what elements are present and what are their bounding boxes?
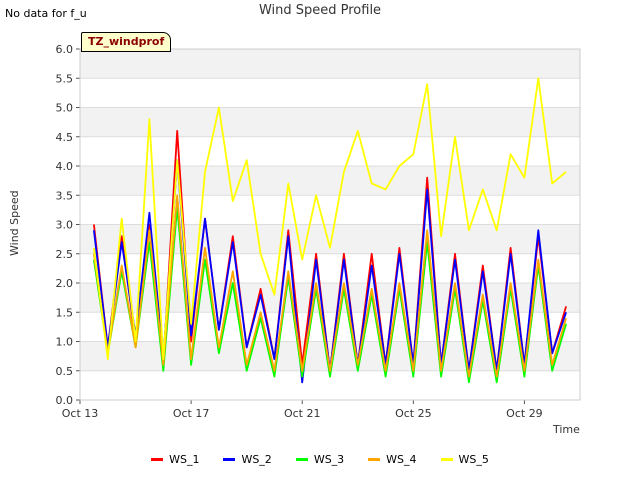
x-axis-label: Time xyxy=(553,423,580,436)
y-tick-label: 2.5 xyxy=(56,248,74,261)
legend-item-ws-3: WS_3 xyxy=(295,453,345,466)
y-tick-label: 5.5 xyxy=(56,72,74,85)
y-tick-label: 3.0 xyxy=(56,219,74,232)
chart-figure: No data for f_u Wind Speed Profile 0.0 0.… xyxy=(0,0,640,480)
y-tick-label: 6.0 xyxy=(56,43,74,56)
y-tick-label: 1.5 xyxy=(56,306,74,319)
legend-label: WS_1 xyxy=(169,453,200,466)
legend-item-ws-2: WS_2 xyxy=(223,453,272,466)
x-tick-label: Oct 13 xyxy=(62,407,99,420)
legend-label: WS_5 xyxy=(458,453,489,466)
grid-band xyxy=(80,107,580,137)
legend-swatch xyxy=(151,458,164,461)
y-tick-label: 1.0 xyxy=(56,336,74,349)
grid-band xyxy=(80,49,580,79)
legend-swatch xyxy=(368,458,381,461)
y-tick-label: 0.0 xyxy=(56,394,74,407)
y-axis-label: Wind Speed xyxy=(8,190,21,256)
y-tick-label: 0.5 xyxy=(56,365,74,378)
x-tick-label: Oct 25 xyxy=(395,407,432,420)
legend-swatch xyxy=(440,458,453,461)
plot-area: 0.0 0.5 1.0 1.5 2.0 2.5 3.0 3.5 4.0 4.5 5.0 5.5 6.0 O… xyxy=(56,43,581,420)
legend: WS_1 WS_2 WS_3 WS_4 WS_5 xyxy=(0,453,640,466)
legend-item-ws-4: WS_4 xyxy=(368,453,417,466)
legend-item-ws-5: WS_5 xyxy=(440,453,489,466)
legend-label: WS_3 xyxy=(313,453,345,466)
legend-label: WS_4 xyxy=(386,453,417,466)
y-tick-label: 5.0 xyxy=(56,102,74,115)
x-tick-label: Oct 21 xyxy=(284,407,321,420)
x-tick-label: Oct 29 xyxy=(506,407,543,420)
site-badge: TZ_windprof xyxy=(81,32,172,52)
y-tick-label: 4.0 xyxy=(56,160,74,173)
legend-swatch xyxy=(295,458,308,461)
y-tick-label: 2.0 xyxy=(56,277,74,290)
y-tick-label: 4.5 xyxy=(56,131,74,144)
y-tick-label: 3.5 xyxy=(56,189,74,202)
legend-item-ws-1: WS_1 xyxy=(151,453,199,466)
legend-swatch xyxy=(223,458,236,461)
x-tick-label: Oct 17 xyxy=(173,407,210,420)
legend-label: WS_2 xyxy=(241,453,272,466)
